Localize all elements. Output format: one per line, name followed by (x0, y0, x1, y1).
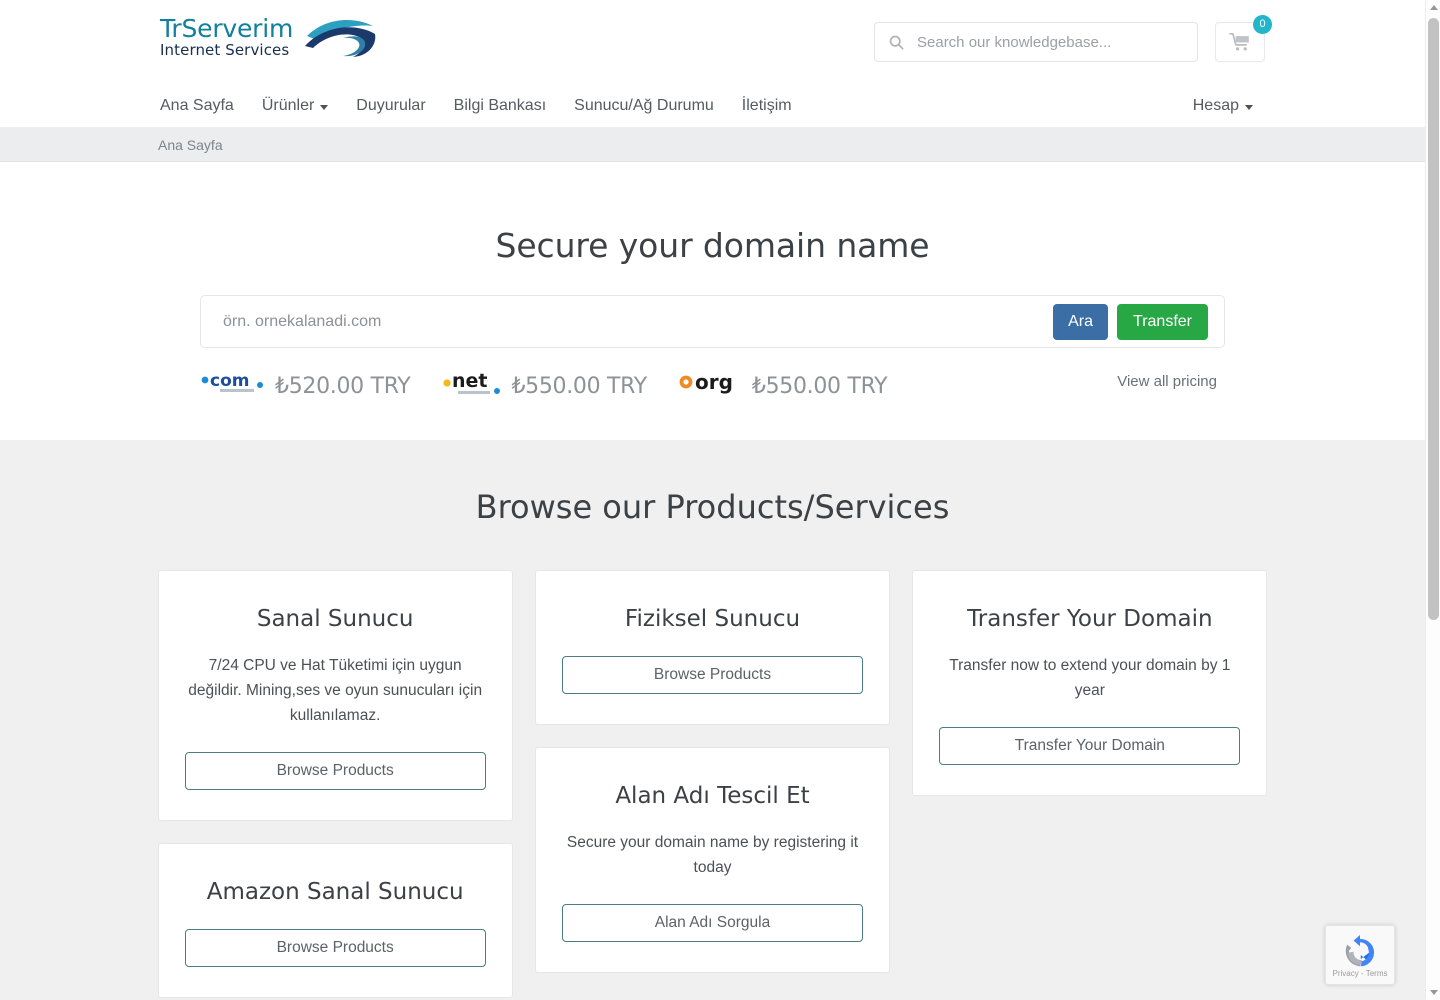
browse-products-button[interactable]: Browse Products (184, 928, 486, 967)
recaptcha-privacy-terms: Privacy - Terms (1332, 968, 1388, 978)
search-icon (889, 35, 904, 50)
hero-title: Secure your domain name (495, 226, 930, 265)
tld-pricing-net: net ₺550.00 TRY (442, 367, 647, 399)
domain-search-input[interactable] (223, 312, 1054, 331)
card-title: Amazon Sanal Sunucu (206, 879, 464, 906)
product-card-fiziksel-sunucu: Fiziksel Sunucu Browse Products (534, 570, 891, 725)
tld-pricing-row: com ₺520.00 TRY net ₺550.00 TRY org ₺550… (200, 365, 1225, 401)
breadcrumb-item-home[interactable]: Ana Sayfa (158, 137, 223, 153)
domain-search-button[interactable]: Ara (1053, 303, 1109, 340)
tld-price-org: ₺550.00 TRY (751, 374, 888, 399)
nav-item-ana-sayfa[interactable]: Ana Sayfa (160, 84, 248, 128)
card-description: Transfer now to extend your domain by 1 … (949, 656, 1231, 699)
card-title: Transfer Your Domain (967, 606, 1213, 632)
breadcrumb-bar: Ana Sayfa (0, 128, 1425, 162)
site-header: TrServerim Internet Services Search our … (0, 0, 1425, 84)
nav-label: Hesap (1192, 97, 1239, 114)
transfer-your-domain-button[interactable]: Transfer Your Domain (939, 726, 1241, 765)
nav-label: Ürünler (261, 97, 315, 114)
card-description: Secure your domain name by registering i… (566, 833, 859, 876)
domain-search-form: Ara Transfer (200, 295, 1225, 348)
recaptcha-logo-icon (1345, 934, 1375, 966)
nav-label: Duyurular (356, 97, 426, 114)
browse-products-button[interactable]: Browse Products (561, 655, 864, 694)
browse-products-button[interactable]: Browse Products (184, 752, 486, 791)
tld-pricing-org: org ₺550.00 TRY (679, 367, 888, 399)
nav-item-duyurular[interactable]: Duyurular (342, 84, 439, 128)
recaptcha-badge[interactable]: Privacy - Terms (1325, 925, 1395, 985)
card-title: Alan Adı Tescil Et (615, 782, 810, 809)
card-title: Fiziksel Sunucu (624, 606, 801, 632)
domain-search-hero: Secure your domain name Ara Transfer com… (0, 162, 1425, 440)
products-grid: Sanal Sunucu 7/24 CPU ve Hat Tüketimi iç… (157, 570, 1268, 998)
products-section: Browse our Products/Services Sanal Sunuc… (0, 440, 1425, 1000)
svg-text:org: org (695, 370, 733, 394)
tld-price-com: ₺520.00 TRY (275, 374, 411, 399)
cart-count-badge: 0 (1253, 15, 1272, 34)
view-all-pricing-link[interactable]: View all pricing (1117, 373, 1217, 390)
vertical-scrollbar[interactable] (1425, 0, 1440, 1000)
products-section-title: Browse our Products/Services (475, 488, 950, 526)
page-content: TrServerim Internet Services Search our … (0, 0, 1425, 1000)
scrollbar-thumb[interactable] (1428, 18, 1439, 620)
main-navigation: Ana Sayfa Ürünler Duyurular Bilgi Bankas… (0, 84, 1425, 128)
product-card-transfer-your-domain: Transfer Your Domain Transfer now to ext… (912, 570, 1268, 796)
scroll-up-arrow-icon[interactable] (1426, 0, 1440, 15)
nav-item-iletisim[interactable]: İletişim (728, 84, 806, 128)
tld-pricing-com: com ₺520.00 TRY (200, 367, 411, 399)
product-card-alan-adi-tescil-et: Alan Adı Tescil Et Secure your domain na… (534, 746, 891, 973)
browser-viewport: TrServerim Internet Services Search our … (0, 0, 1440, 1000)
search-input[interactable] (917, 33, 1187, 51)
chevron-down-icon (320, 104, 329, 110)
products-column-2: Fiziksel Sunucu Browse Products Alan Adı… (534, 570, 891, 973)
swoosh-logo-icon (305, 20, 376, 57)
tld-price-net: ₺550.00 TRY (511, 374, 647, 399)
nav-item-bilgi-bankasi[interactable]: Bilgi Bankası (440, 84, 561, 128)
card-title: Sanal Sunucu (256, 606, 414, 632)
svg-text:com: com (210, 371, 249, 391)
dotnet-logo-icon: net (443, 370, 501, 394)
brand-tagline: Internet Services (160, 40, 290, 59)
knowledgebase-search[interactable] (874, 22, 1198, 62)
cart-button[interactable]: 0 (1215, 15, 1272, 62)
shopping-cart-icon (1229, 32, 1249, 51)
product-card-amazon-sanal-sunucu: Amazon Sanal Sunucu Browse Products (157, 843, 513, 998)
scroll-down-arrow-icon[interactable] (1426, 985, 1440, 1000)
nav-item-sunucu-ag-durumu[interactable]: Sunucu/Ağ Durumu (560, 84, 728, 128)
nav-label: İletişim (741, 97, 792, 114)
svg-text:net: net (452, 370, 488, 392)
products-column-1: Sanal Sunucu 7/24 CPU ve Hat Tüketimi iç… (157, 570, 513, 998)
product-card-sanal-sunucu: Sanal Sunucu 7/24 CPU ve Hat Tüketimi iç… (157, 570, 513, 822)
dotcom-logo-icon: com (201, 371, 263, 392)
nav-label: Sunucu/Ağ Durumu (574, 97, 714, 114)
card-description: 7/24 CPU ve Hat Tüketimi için uygun deği… (188, 656, 483, 724)
nav-label: Bilgi Bankası (453, 97, 547, 114)
nav-item-urunler[interactable]: Ürünler (248, 84, 342, 128)
chevron-down-icon (1245, 104, 1253, 110)
site-logo[interactable]: TrServerim Internet Services (160, 14, 381, 60)
products-column-3: Transfer Your Domain Transfer now to ext… (912, 570, 1268, 796)
brand-name: TrServerim (160, 13, 294, 43)
nav-item-hesap[interactable]: Hesap (1193, 84, 1253, 128)
alan-adi-sorgula-button[interactable]: Alan Adı Sorgula (561, 903, 864, 942)
domain-transfer-button[interactable]: Transfer (1117, 303, 1208, 340)
nav-label: Ana Sayfa (160, 97, 234, 114)
dotorg-logo-icon: org (679, 370, 733, 394)
